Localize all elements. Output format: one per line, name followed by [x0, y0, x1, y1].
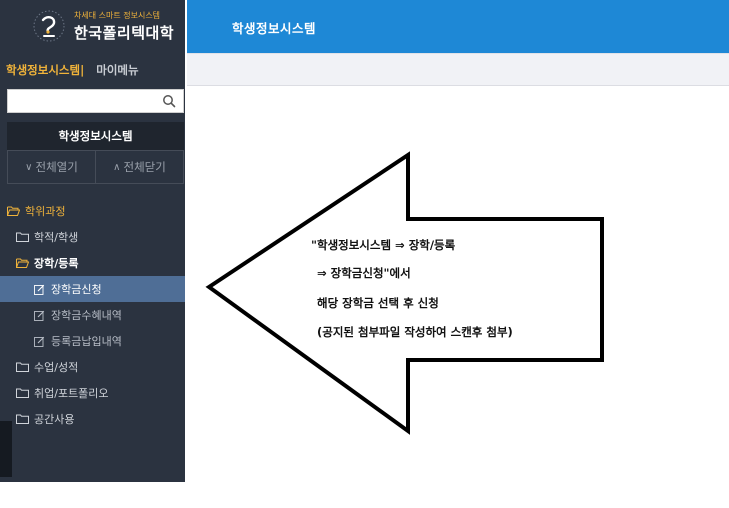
annotation-line-2: ⇒ 장학금신청"에서	[317, 266, 411, 280]
annotation-line-4: (공지된 첨부파일 작성하여 스캔후 첨부)	[317, 325, 513, 339]
annotation-line-1: "학생정보시스템 ⇒ 장학/등록	[311, 238, 456, 252]
app-window: 차세대 스마트 정보시스템 한국폴리텍대학 학생정보시스템 | 마이메뉴 학생정…	[0, 0, 729, 508]
annotation-arrow	[205, 151, 604, 435]
annotation-line-3: 해당 장학금 선택 후 신청	[317, 296, 439, 310]
